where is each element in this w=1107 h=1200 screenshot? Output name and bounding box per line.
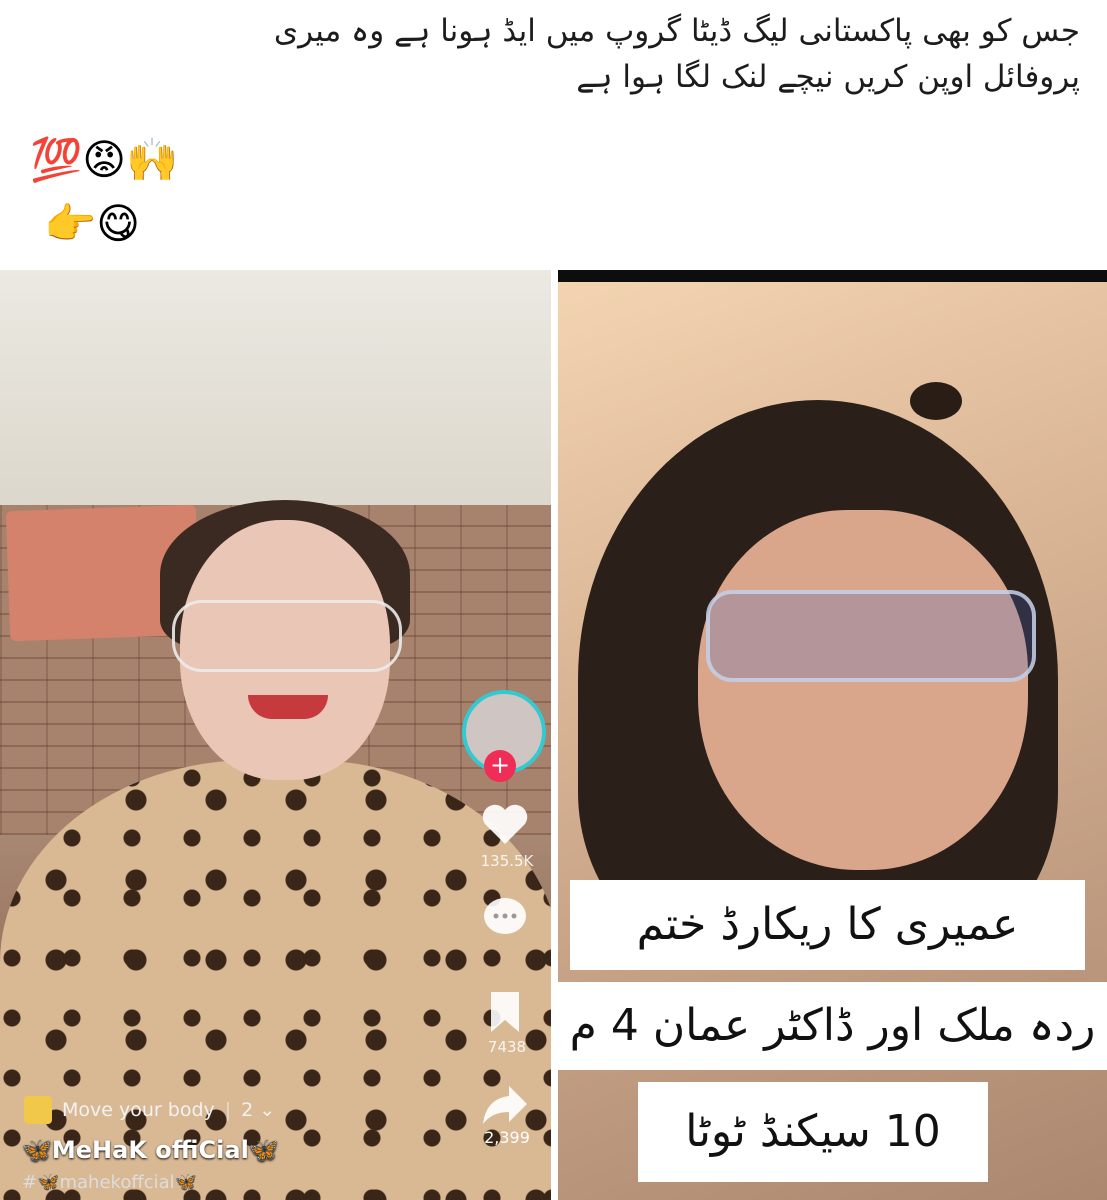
comment-icon[interactable]: [478, 896, 532, 951]
smile: [248, 695, 328, 719]
emoji-row-1: 💯😡🙌: [30, 135, 179, 184]
heart-icon[interactable]: [478, 802, 532, 857]
glasses: [172, 600, 402, 672]
share-count: 2,399: [484, 1128, 530, 1147]
glasses: [706, 590, 1036, 682]
caption-line3: 10 سیکنڈ ٹوٹا: [638, 1082, 988, 1182]
divider: [551, 270, 558, 1200]
hashtag[interactable]: #🦋mahekoffcial🦋: [22, 1172, 197, 1193]
music-label: Move your body: [62, 1099, 215, 1121]
music-disc-icon: [24, 1096, 52, 1124]
creator-username[interactable]: 🦋MeHaK offiCial🦋: [22, 1136, 279, 1164]
caption-line2-text: ردہ ملک اور ڈاکٹر عمان 4 م: [569, 1000, 1096, 1051]
follow-plus-icon[interactable]: +: [484, 750, 516, 782]
caption-line1: عمیری کا ریکارڈ ختم: [570, 880, 1085, 970]
save-count: 7438: [487, 1038, 527, 1056]
emoji-row-2: 👉😋: [44, 199, 141, 248]
caption-line2: ردہ ملک اور ڈاکٹر عمان 4 م: [558, 982, 1107, 1070]
like-count: 135.5K: [480, 852, 534, 870]
post-caption-line1: جس کو بھی پاکستانی لیگ ڈیٹا گروپ میں ایڈ…: [273, 13, 1080, 49]
left-video-frame[interactable]: + 135.5K 7438 2,399 Move your body | 2 ⌄…: [0, 270, 551, 1200]
music-tag[interactable]: Move your body | 2 ⌄: [24, 1090, 275, 1130]
post-caption: جس کو بھی پاکستانی لیگ ڈیٹا گروپ میں ایڈ…: [30, 8, 1080, 100]
bookmark-icon[interactable]: [478, 990, 532, 1045]
sky-background: [0, 270, 551, 510]
face: [698, 510, 1028, 870]
right-video-frame[interactable]: عمیری کا ریکارڈ ختم ردہ ملک اور ڈاکٹر عم…: [558, 270, 1107, 1200]
post-caption-line2: پروفائل اوپن کریں نیچے لنک لگا ہوا ہے: [576, 59, 1080, 95]
music-count: 2 ⌄: [241, 1099, 276, 1121]
